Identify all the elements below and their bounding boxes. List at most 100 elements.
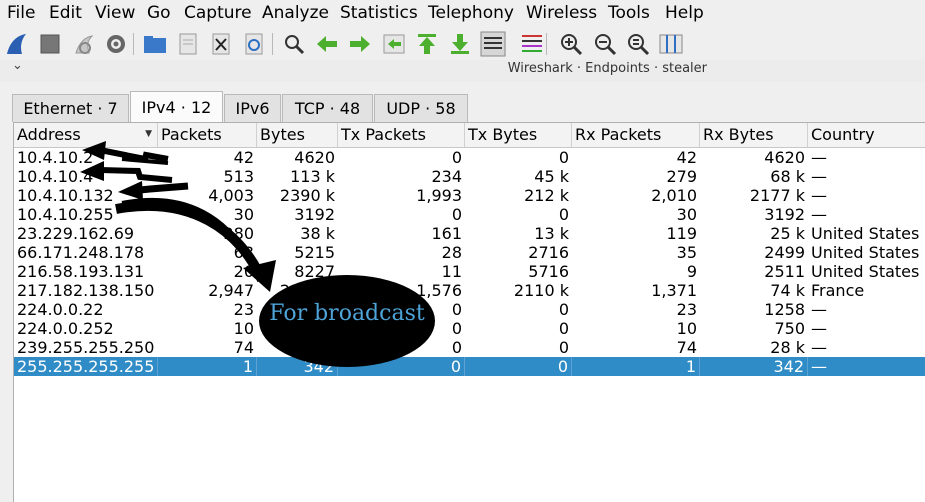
last-packet-icon[interactable] xyxy=(447,31,473,57)
cell-rx-bytes: 74 k xyxy=(770,281,805,300)
cell-tx-packets: 0 xyxy=(451,338,462,357)
cell-rx-bytes: 342 xyxy=(700,357,808,376)
restart-icon[interactable] xyxy=(71,31,97,57)
cell-rx-packets: 1,371 xyxy=(651,281,697,300)
table-row[interactable]: 224.0.0.22 23 1258 0 0 23 1258— xyxy=(14,300,925,319)
cell-bytes: 113 k xyxy=(290,167,335,186)
cell-country: — xyxy=(811,205,827,224)
cell-tx-bytes: 5716 xyxy=(528,262,569,281)
menu-telephony[interactable]: Telephony xyxy=(428,4,514,23)
go-forward-icon[interactable] xyxy=(347,31,373,57)
cell-address: 10.4.10.2 xyxy=(17,148,94,167)
sort-descending-icon: ▼ xyxy=(145,129,152,139)
find-icon[interactable] xyxy=(281,31,307,57)
table-row[interactable]: 10.4.10.4 513 113 k 234 45 k 279 68 k — xyxy=(14,167,925,186)
cell-address: 239.255.255.250 xyxy=(17,338,155,357)
colorize-icon[interactable] xyxy=(519,31,545,57)
cell-bytes: 2184 k xyxy=(279,281,335,300)
cell-tx-packets: 1,576 xyxy=(416,281,462,300)
cell-bytes: 5215 xyxy=(294,243,335,262)
cell-rx-bytes: 750 xyxy=(774,319,805,338)
table-header: Address ▼ Packets Bytes Tx Packets Tx Bytes Rx… xyxy=(14,123,925,148)
column-header-rx-bytes[interactable]: Rx Bytes xyxy=(700,123,808,147)
window-title: Wireshark · Endpoints · stealer xyxy=(507,61,707,76)
capture-options-icon[interactable] xyxy=(103,31,129,57)
menu-help[interactable]: Help xyxy=(665,4,704,23)
annotation-text: For broadcast xyxy=(269,301,425,326)
cell-country: — xyxy=(808,357,925,376)
stop-icon[interactable] xyxy=(37,31,63,57)
table-row[interactable]: 66.171.248.178 63 5215 28 2716 35 2499 United S… xyxy=(14,243,925,262)
table-row[interactable]: 217.182.138.150 2,947 2184 k 1,576 2110 k 1,3… xyxy=(14,281,925,300)
cell-tx-bytes: 0 xyxy=(558,300,569,319)
column-header-label: Tx Bytes xyxy=(468,125,538,144)
zoom-in-icon[interactable] xyxy=(558,31,584,57)
menu-go[interactable]: Go xyxy=(147,4,171,23)
cell-rx-packets: 74 xyxy=(676,338,697,357)
normal-size-icon[interactable] xyxy=(625,31,651,57)
cell-tx-packets: 11 xyxy=(441,262,462,281)
table-row[interactable]: 10.4.10.255 30 3192 0 0 30 3192 — xyxy=(14,205,925,224)
cell-rx-packets: 1 xyxy=(572,357,700,376)
column-header-tx-bytes[interactable]: Tx Bytes xyxy=(465,123,572,147)
cell-bytes: 4620 xyxy=(294,148,335,167)
menu-analyze[interactable]: Analyze xyxy=(262,4,329,23)
go-to-packet-icon[interactable] xyxy=(381,31,407,57)
cell-tx-packets: 0 xyxy=(338,357,465,376)
save-file-icon[interactable] xyxy=(175,31,201,57)
cell-address: 255.255.255.255 xyxy=(14,357,158,376)
cell-rx-packets: 35 xyxy=(676,243,697,262)
table-row[interactable]: 239.255.255.250 74 28 k 0 0 74 28 k — xyxy=(14,338,925,357)
tab-tcp[interactable]: TCP · 48 xyxy=(282,94,373,122)
cell-country: United States xyxy=(811,243,920,262)
column-header-address[interactable]: Address ▼ xyxy=(14,123,158,147)
first-packet-icon[interactable] xyxy=(414,31,440,57)
menu-tools[interactable]: Tools xyxy=(608,4,650,23)
menu-edit[interactable]: Edit xyxy=(49,4,82,23)
endpoints-table[interactable]: Address ▼ Packets Bytes Tx Packets Tx Bytes Rx… xyxy=(13,122,925,502)
cell-tx-packets: 1,993 xyxy=(416,186,462,205)
cell-packets: 2,947 xyxy=(208,281,254,300)
column-header-packets[interactable]: Packets xyxy=(158,123,257,147)
tab-ethernet[interactable]: Ethernet · 7 xyxy=(12,94,129,122)
close-file-icon[interactable] xyxy=(208,31,234,57)
shark-fin-icon[interactable] xyxy=(4,31,30,57)
go-back-icon[interactable] xyxy=(314,31,340,57)
column-header-bytes[interactable]: Bytes xyxy=(257,123,338,147)
column-header-country[interactable]: Country xyxy=(808,123,925,147)
zoom-out-icon[interactable] xyxy=(592,31,618,57)
resize-columns-icon[interactable] xyxy=(658,31,684,57)
cell-tx-bytes: 0 xyxy=(558,319,569,338)
menu-file[interactable]: File xyxy=(7,4,35,23)
tab-ipv4[interactable]: IPv4 · 12 xyxy=(130,91,223,123)
table-row[interactable]: 10.4.10.2 42 4620 0 0 42 4620 — xyxy=(14,148,925,167)
column-header-tx-packets[interactable]: Tx Packets xyxy=(338,123,465,147)
collapse-icon[interactable]: ⌄ xyxy=(12,58,23,73)
cell-bytes: 342 xyxy=(257,357,338,376)
table-row[interactable]: 255.255.255.255 1 342 0 0 1 342— xyxy=(14,357,925,376)
cell-rx-packets: 30 xyxy=(676,205,697,224)
toolbar-separator xyxy=(505,33,506,55)
menu-capture[interactable]: Capture xyxy=(184,4,252,23)
column-header-rx-packets[interactable]: Rx Packets xyxy=(572,123,700,147)
table-row[interactable]: 10.4.10.132 4,003 2390 k 1,993 212 k 2,010 217… xyxy=(14,186,925,205)
open-folder-icon[interactable] xyxy=(142,31,168,57)
reload-icon[interactable] xyxy=(241,31,267,57)
menu-wireless[interactable]: Wireless xyxy=(526,4,597,23)
menu-view[interactable]: View xyxy=(95,4,135,23)
cell-tx-bytes: 0 xyxy=(465,357,572,376)
cell-tx-bytes: 212 k xyxy=(524,186,569,205)
cell-rx-bytes: 4620 xyxy=(764,148,805,167)
autoscroll-icon[interactable] xyxy=(480,31,506,57)
cell-bytes: 38 k xyxy=(300,224,335,243)
table-row[interactable]: 23.229.162.69 280 38 k 161 13 k 119 25 k United… xyxy=(14,224,925,243)
cell-bytes: 3192 xyxy=(294,205,335,224)
tab-udp[interactable]: UDP · 58 xyxy=(374,94,468,122)
cell-address: 10.4.10.132 xyxy=(17,186,114,205)
table-row[interactable]: 216.58.193.131 20 8227 11 5716 9 2511 United St… xyxy=(14,262,925,281)
cell-tx-bytes: 0 xyxy=(558,148,569,167)
table-row[interactable]: 224.0.0.252 10 750 0 0 10 750— xyxy=(14,319,925,338)
tab-ipv6[interactable]: IPv6 xyxy=(224,94,281,122)
cell-rx-packets: 10 xyxy=(676,319,697,338)
menu-statistics[interactable]: Statistics xyxy=(340,4,418,23)
